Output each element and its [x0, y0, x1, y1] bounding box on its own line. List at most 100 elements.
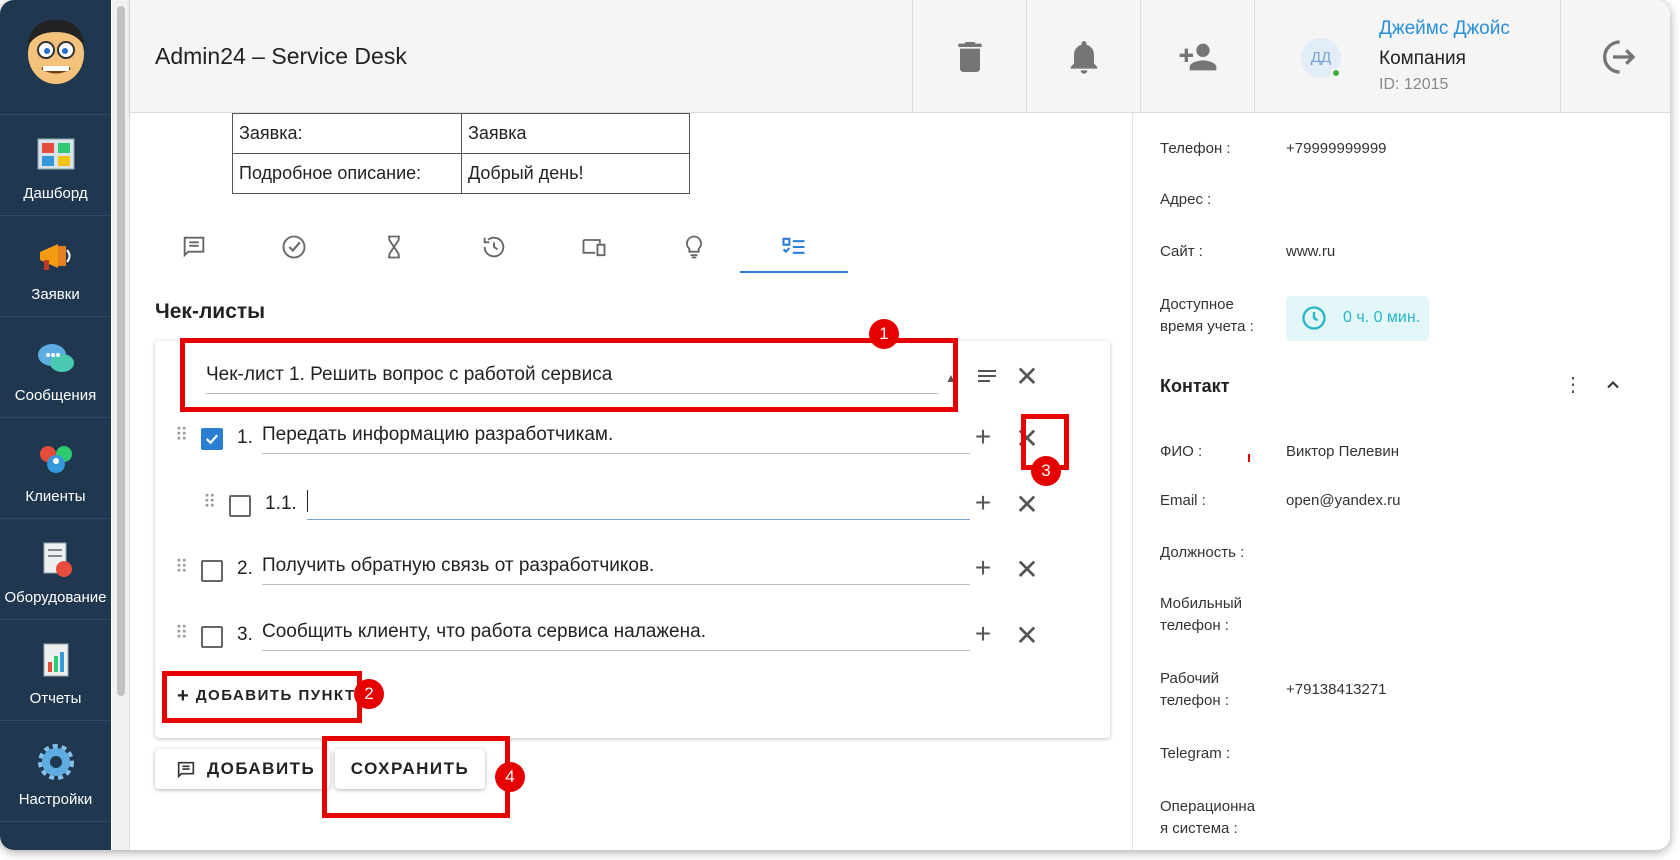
megaphone-icon — [40, 244, 71, 270]
more-vertical-icon[interactable]: ⋮ — [1563, 375, 1583, 395]
bell-icon — [1070, 41, 1098, 74]
sidebar-item-label: Оборудование — [4, 589, 107, 606]
add-person-icon — [1179, 43, 1217, 71]
item-number: 1. — [237, 427, 253, 448]
item-text-input[interactable]: Получить обратную связь от разработчиков… — [262, 553, 970, 585]
section-title: Чек-листы — [155, 300, 266, 323]
callout-badge-4: 4 — [495, 762, 525, 792]
table-cell: Заявка — [461, 113, 690, 154]
tab-checklists[interactable] — [740, 221, 848, 273]
chevron-up-icon[interactable] — [1603, 375, 1623, 395]
menu-lines-icon[interactable] — [975, 365, 999, 389]
tab-history[interactable] — [440, 221, 548, 273]
add-subitem-button[interactable]: + — [970, 620, 996, 648]
add-subitem-button[interactable]: + — [970, 423, 996, 451]
sidebar: Дашборд Заявки Сообщения Клиенты Оборудо… — [0, 0, 111, 850]
fio-label: ФИО : — [1160, 443, 1203, 460]
position-label: Должность : — [1160, 544, 1245, 561]
user-id: ID: 12015 — [1379, 76, 1449, 93]
item-checkbox[interactable] — [201, 560, 223, 582]
app-window: Дашборд Заявки Сообщения Клиенты Оборудо… — [0, 0, 1670, 850]
required-marker — [1248, 454, 1250, 462]
text-cursor — [307, 489, 308, 512]
telegram-label: Telegram : — [1160, 745, 1231, 762]
item-text-input[interactable]: Передать информацию разработчикам. — [262, 422, 970, 454]
phone-value: +79999999999 — [1286, 140, 1387, 157]
add-comment-button[interactable]: ДОБАВИТЬ — [155, 749, 330, 789]
item-number: 3. — [237, 624, 253, 645]
tab-time[interactable] — [340, 221, 448, 273]
add-subitem-button[interactable]: + — [970, 554, 996, 582]
notifications-button[interactable] — [1026, 0, 1140, 113]
tab-tasks[interactable] — [240, 221, 348, 273]
delete-item-button[interactable]: ✕ — [1014, 491, 1040, 519]
contact-section-title: Контакт — [1160, 376, 1230, 396]
table-cell: Добрый день! — [461, 153, 690, 194]
table-row: Заявка: Заявка — [232, 113, 690, 154]
page-title: Admin24 – Service Desk — [155, 43, 407, 69]
fio-value: Виктор Пелевин — [1286, 443, 1400, 460]
user-profile[interactable]: ДД Джеймс Джойс Компания ID: 12015 — [1254, 0, 1560, 113]
time-value: 0 ч. 0 мин. — [1343, 309, 1421, 326]
sidebar-item-dashboard[interactable]: Дашборд — [0, 114, 111, 215]
delete-item-button[interactable]: ✕ — [1014, 622, 1040, 650]
client-info-panel: Телефон : +79999999999 Адрес : Сайт : ww… — [1132, 113, 1670, 850]
site-label: Сайт : — [1160, 243, 1203, 260]
equipment-icon — [43, 542, 72, 577]
chat-icon — [38, 344, 74, 372]
item-checkbox[interactable] — [229, 495, 251, 517]
add-user-button[interactable] — [1140, 0, 1254, 113]
sidebar-item-settings[interactable]: Настройки — [0, 720, 111, 821]
table-cell: Заявка: — [232, 113, 462, 154]
sidebar-item-reports[interactable]: Отчеты — [0, 619, 111, 720]
devices-icon — [582, 239, 606, 257]
sidebar-item-label: Заявки — [31, 286, 80, 303]
tab-devices[interactable] — [540, 221, 648, 273]
logout-button[interactable] — [1560, 0, 1670, 113]
delete-checklist-button[interactable]: ✕ — [1014, 363, 1040, 391]
ticket-info-table: Заявка: Заявка Подробное описание: Добрый … — [232, 113, 690, 194]
drag-handle-icon[interactable]: ⠿ — [175, 623, 188, 644]
email-value: open@yandex.ru — [1286, 492, 1401, 509]
sidebar-item-equipment[interactable]: Оборудование — [0, 518, 111, 619]
tab-knowledge[interactable] — [640, 221, 748, 273]
check-circle-icon — [282, 235, 306, 259]
lightbulb-icon — [686, 235, 702, 259]
drag-handle-icon[interactable]: ⠿ — [175, 425, 188, 446]
add-label: ДОБАВИТЬ — [207, 759, 316, 778]
scrollbar-thumb[interactable] — [117, 6, 125, 696]
sidebar-item-clients[interactable]: Клиенты — [0, 417, 111, 518]
sidebar-item-label: Сообщения — [14, 387, 97, 404]
sidebar-scrollbar[interactable] — [112, 0, 130, 850]
logout-icon — [1603, 40, 1636, 74]
checklist-icon — [782, 237, 805, 254]
sidebar-item-more[interactable] — [0, 821, 111, 850]
sidebar-item-label: Отчеты — [29, 690, 82, 707]
callout-badge-3: 3 — [1031, 456, 1061, 486]
logo-avatar[interactable] — [20, 14, 92, 86]
mobile-label: Мобильный телефон : — [1160, 595, 1242, 634]
drag-handle-icon[interactable]: ⠿ — [203, 492, 216, 513]
sidebar-item-tickets[interactable]: Заявки — [0, 215, 111, 316]
drag-handle-icon[interactable]: ⠿ — [175, 557, 188, 578]
sidebar-item-label: Клиенты — [25, 488, 86, 505]
tab-comments[interactable] — [140, 221, 248, 273]
hourglass-icon — [388, 235, 400, 259]
settings-icon — [38, 744, 74, 780]
user-name-link[interactable]: Джеймс Джойс — [1379, 18, 1510, 40]
item-checkbox[interactable] — [201, 626, 223, 648]
delete-item-button[interactable]: ✕ — [1014, 556, 1040, 584]
subitem-text-input[interactable] — [307, 488, 970, 520]
delete-button[interactable] — [912, 0, 1026, 113]
online-status-dot — [1331, 68, 1341, 78]
item-checkbox[interactable] — [201, 428, 223, 450]
sidebar-item-label: Дашборд — [23, 185, 88, 202]
sidebar-item-messages[interactable]: Сообщения — [0, 316, 111, 417]
email-label: Email : — [1160, 492, 1206, 509]
sidebar-item-label: Настройки — [18, 791, 93, 808]
callout-badge-1: 1 — [869, 319, 899, 349]
item-number: 2. — [237, 558, 253, 579]
add-subitem-button[interactable]: + — [970, 489, 996, 517]
top-header: Admin24 – Service Desk ДД Джеймс Джойс К… — [130, 0, 1670, 113]
item-text-input[interactable]: Сообщить клиенту, что работа сервиса нал… — [262, 619, 970, 651]
